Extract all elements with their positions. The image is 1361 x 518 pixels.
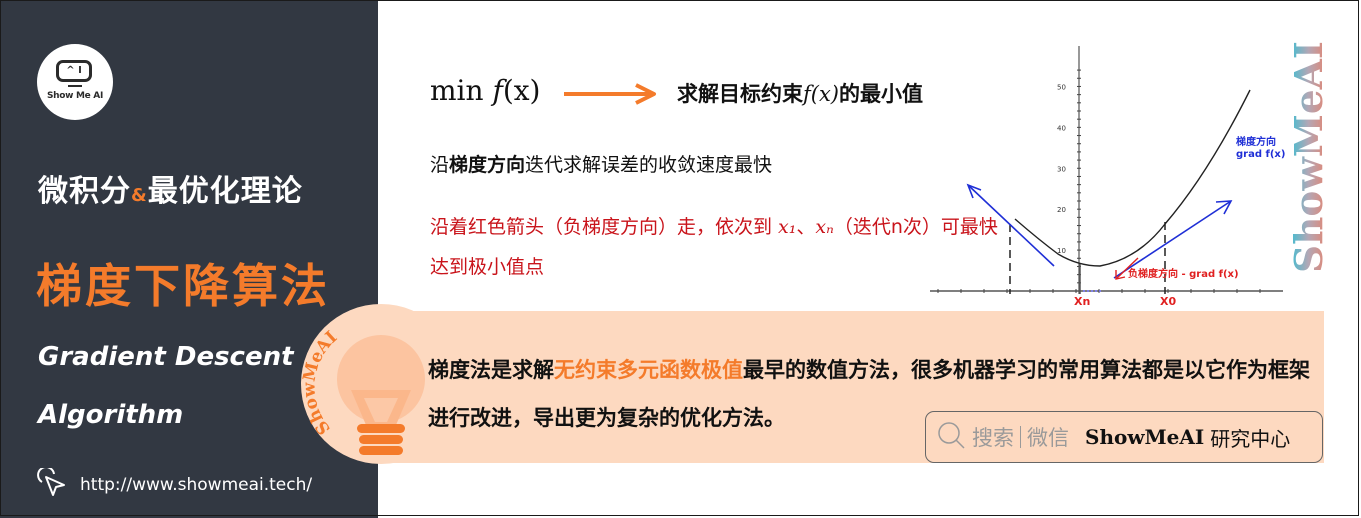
page-border	[0, 0, 1359, 516]
